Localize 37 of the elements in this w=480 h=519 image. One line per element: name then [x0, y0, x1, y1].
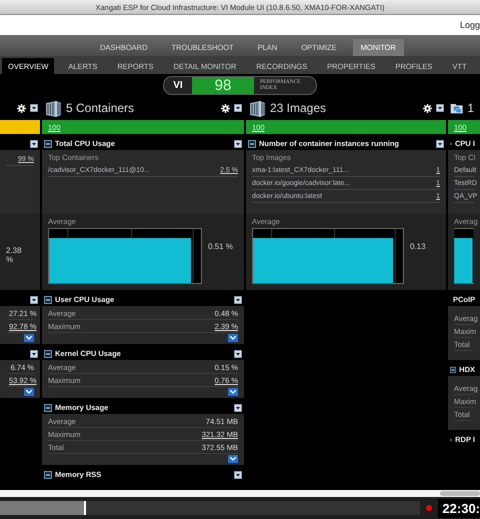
average-value: 2.38 %: [6, 245, 23, 264]
dropdown-caret-icon[interactable]: [234, 140, 242, 148]
expand-button[interactable]: [228, 455, 238, 463]
column-title: 5 Containers: [66, 101, 134, 115]
timeline-track[interactable]: [0, 501, 420, 515]
index-label: VI: [172, 80, 184, 90]
average-bar-drawing: [454, 228, 474, 284]
dropdown-caret-icon[interactable]: [30, 104, 38, 112]
dropdown-caret-icon[interactable]: [436, 140, 444, 148]
expand-button[interactable]: [228, 388, 238, 396]
horizontal-scrollbar[interactable]: [0, 490, 480, 497]
average-value: 0.51 %: [208, 241, 234, 251]
settings-icon[interactable]: [423, 104, 432, 112]
dropdown-caret-icon[interactable]: [30, 140, 38, 148]
column-title: 23 Images: [270, 101, 326, 115]
expand-button[interactable]: [24, 388, 34, 396]
expand-button[interactable]: [228, 334, 238, 342]
index-score: 98: [192, 76, 254, 94]
dropdown-caret-icon[interactable]: [234, 296, 242, 304]
dropdown-caret-icon[interactable]: [234, 404, 242, 412]
settings-icon[interactable]: [221, 104, 230, 112]
expand-button[interactable]: [24, 334, 34, 342]
login-link[interactable]: Logg: [460, 20, 480, 30]
column-title: 1: [467, 101, 474, 115]
dropdown-caret-icon[interactable]: [234, 350, 242, 358]
server-rack-icon: [44, 99, 62, 117]
settings-icon[interactable]: [17, 104, 26, 112]
recording-dot-icon: [426, 505, 432, 511]
dropdown-caret-icon[interactable]: [234, 470, 242, 478]
average-value: 0.13: [410, 241, 427, 251]
dropdown-caret-icon[interactable]: [234, 104, 242, 112]
dropdown-caret-icon[interactable]: [436, 104, 444, 112]
dropdown-caret-icon[interactable]: [30, 350, 38, 358]
clock-time: 22:30:: [438, 498, 480, 518]
server-rack-icon: [248, 99, 266, 117]
timeline-fill[interactable]: [0, 501, 86, 515]
dropdown-caret-icon[interactable]: [30, 296, 38, 304]
